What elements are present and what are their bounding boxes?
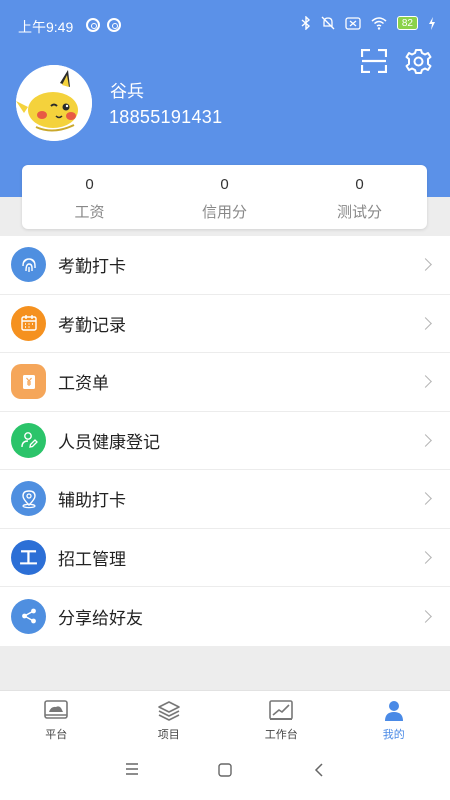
menu-item-recruitment[interactable]: 工 招工管理 [0, 529, 450, 587]
back-icon[interactable] [314, 763, 324, 777]
person-edit-icon [11, 422, 46, 458]
menu-item-attendance-checkin[interactable]: 考勤打卡 [0, 236, 450, 295]
stat-test-score[interactable]: 0 测试分 [292, 165, 427, 229]
user-phone: 18855191431 [109, 107, 223, 127]
pikachu-avatar-image [16, 65, 92, 141]
bluetooth-icon [301, 16, 310, 30]
tab-label: 我的 [382, 729, 405, 741]
gear-icon[interactable] [405, 48, 432, 75]
stat-value: 0 [85, 176, 94, 193]
menu-item-label: 工资单 [58, 374, 109, 394]
status-bar: 上午9:49 82 [0, 0, 450, 50]
status-indicators: 82 [301, 16, 436, 30]
menu-icon[interactable] [125, 763, 139, 775]
stat-value: 0 [220, 176, 229, 193]
tab-projects[interactable]: 项目 [113, 691, 226, 745]
menu-item-health-registration[interactable]: 人员健康登记 [0, 412, 450, 470]
share-icon [11, 598, 46, 634]
menu-item-payslip[interactable]: 工资单 [0, 353, 450, 412]
menu-item-label: 辅助打卡 [58, 491, 126, 511]
menu-item-share[interactable]: 分享给好友 [0, 587, 450, 646]
fingerprint-icon [11, 247, 46, 283]
user-name: 谷兵 [110, 82, 144, 101]
battery-indicator: 82 [396, 16, 418, 30]
stat-label: 工资 [74, 204, 105, 221]
stats-card: 0 工资 0 信用分 0 测试分 [22, 165, 427, 229]
chevron-right-icon [419, 609, 432, 623]
tab-workbench[interactable]: 工作台 [225, 691, 338, 745]
stat-salary[interactable]: 0 工资 [22, 165, 157, 229]
chevron-right-icon [419, 433, 432, 447]
stat-label: 测试分 [336, 204, 382, 221]
stat-label: 信用分 [201, 204, 247, 221]
no-sim-icon [345, 16, 361, 30]
menu-item-label: 考勤打卡 [58, 257, 126, 277]
user-icon [384, 701, 403, 721]
platform-icon [44, 700, 69, 719]
tab-platform[interactable]: 平台 [0, 691, 113, 745]
chevron-right-icon [419, 550, 432, 564]
menu-item-attendance-records[interactable]: 考勤记录 [0, 295, 450, 353]
menu-item-label: 分享给好友 [58, 608, 143, 628]
payslip-icon [11, 364, 46, 400]
charging-icon [429, 16, 435, 30]
menu-list: 考勤打卡 考勤记录 工资单 人员健康登记 辅助打卡 工 招工管理 分享给好友 [0, 236, 450, 646]
chevron-right-icon [419, 375, 432, 389]
tab-label: 工作台 [264, 729, 298, 741]
menu-item-label: 人员健康登记 [58, 432, 160, 452]
recruit-icon: 工 [11, 539, 46, 575]
app-notification-icon [86, 18, 100, 32]
system-nav-bar [0, 745, 450, 800]
tab-label: 平台 [45, 729, 68, 741]
menu-item-label: 考勤记录 [58, 315, 126, 335]
menu-item-assisted-checkin[interactable]: 辅助打卡 [0, 470, 450, 529]
chevron-right-icon [419, 258, 432, 272]
scan-icon[interactable] [361, 49, 387, 73]
home-icon[interactable] [218, 763, 232, 777]
stat-value: 0 [355, 176, 364, 193]
tab-label: 项目 [157, 729, 180, 741]
status-time: 上午9:49 [18, 19, 74, 35]
chevron-right-icon [419, 492, 432, 506]
chart-board-icon [269, 700, 294, 720]
layers-icon [157, 701, 180, 721]
app-notification-icon-2 [107, 18, 121, 32]
chevron-right-icon [419, 316, 432, 330]
location-pin-icon [11, 481, 46, 517]
mute-icon [321, 16, 335, 30]
wifi-icon [371, 16, 387, 30]
avatar[interactable] [16, 65, 92, 141]
menu-item-label: 招工管理 [58, 549, 126, 569]
bottom-tab-bar: 平台 项目 工作台 我的 [0, 690, 450, 745]
calendar-icon [11, 305, 46, 341]
tab-mine[interactable]: 我的 [338, 691, 450, 745]
stat-credit-score[interactable]: 0 信用分 [157, 165, 292, 229]
